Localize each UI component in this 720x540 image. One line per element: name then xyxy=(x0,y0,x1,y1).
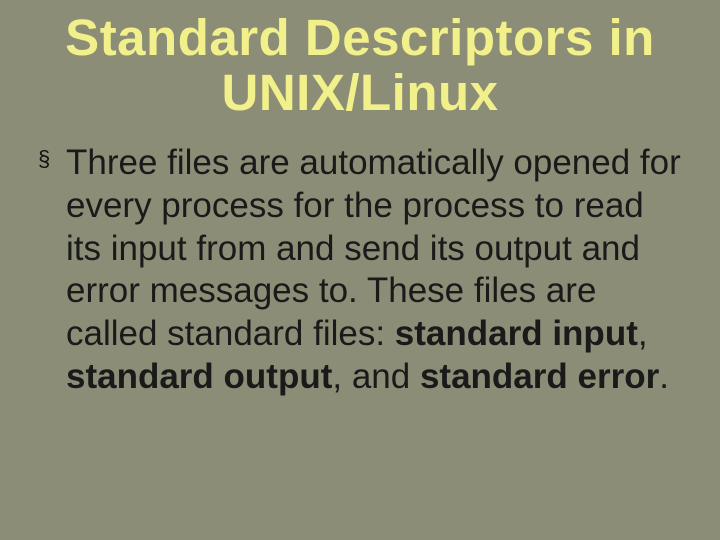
tail: . xyxy=(659,357,669,396)
slide-title: Standard Descriptors in UNIX/Linux xyxy=(38,10,682,120)
bullet-icon: § xyxy=(38,146,50,173)
slide: Standard Descriptors in UNIX/Linux § Thr… xyxy=(0,0,720,540)
sep2: , and xyxy=(332,357,420,396)
sep1: , xyxy=(638,314,648,353)
term-stdout: standard output xyxy=(66,357,332,396)
term-stderr: standard error xyxy=(420,357,659,396)
term-stdin: standard input xyxy=(395,314,638,353)
slide-body: § Three files are automatically opened f… xyxy=(38,142,682,398)
